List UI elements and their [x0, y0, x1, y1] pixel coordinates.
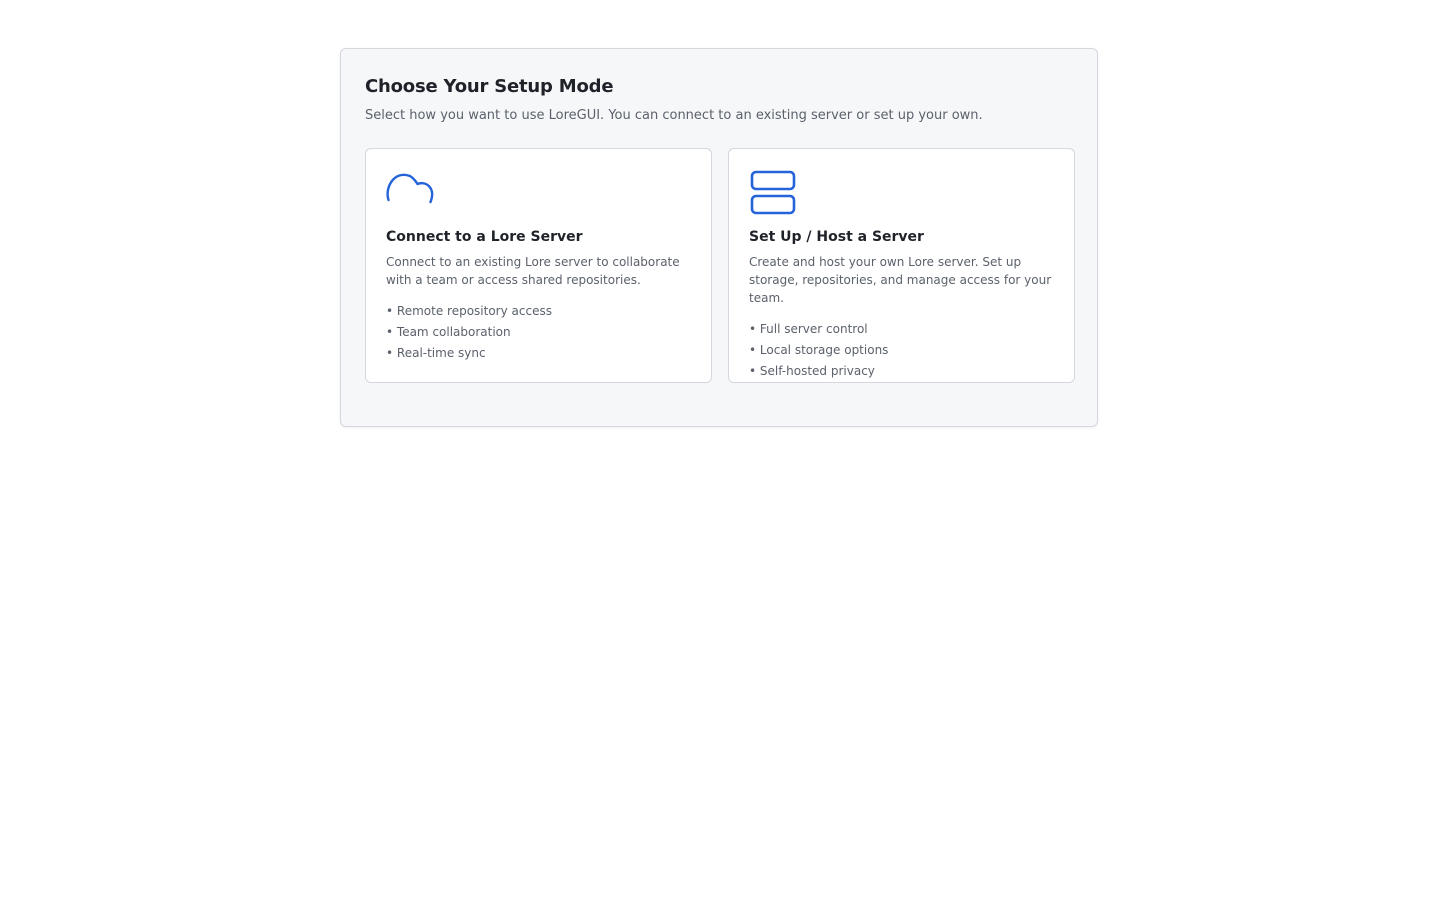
page-subtitle: Select how you want to use LoreGUI. You …	[365, 108, 983, 123]
connect-server-feature-list: Remote repository access Team collaborat…	[386, 301, 691, 364]
page-title: Choose Your Setup Mode	[365, 76, 614, 97]
setup-mode-options: Connect to a Lore Server Connect to an e…	[365, 148, 1075, 383]
host-server-card[interactable]: Set Up / Host a Server Create and host y…	[728, 148, 1075, 383]
feature-item: Remote repository access	[386, 301, 691, 322]
host-server-card-title: Set Up / Host a Server	[749, 229, 924, 245]
connect-server-card[interactable]: Connect to a Lore Server Connect to an e…	[365, 148, 712, 383]
server-icon	[749, 169, 797, 217]
setup-mode-panel: Choose Your Setup Mode Select how you wa…	[340, 48, 1098, 427]
feature-item: Real-time sync	[386, 343, 691, 364]
feature-item: Team collaboration	[386, 322, 691, 343]
connect-server-card-description: Connect to an existing Lore server to co…	[386, 255, 680, 287]
feature-item: Self-hosted privacy	[749, 361, 1054, 382]
feature-item: Local storage options	[749, 340, 1054, 361]
feature-item: Full server control	[749, 319, 1054, 340]
host-server-feature-list: Full server control Local storage option…	[749, 319, 1054, 382]
connect-server-card-title: Connect to a Lore Server	[386, 229, 583, 245]
host-server-card-description: Create and host your own Lore server. Se…	[749, 255, 1052, 305]
cloud-icon	[386, 169, 434, 217]
